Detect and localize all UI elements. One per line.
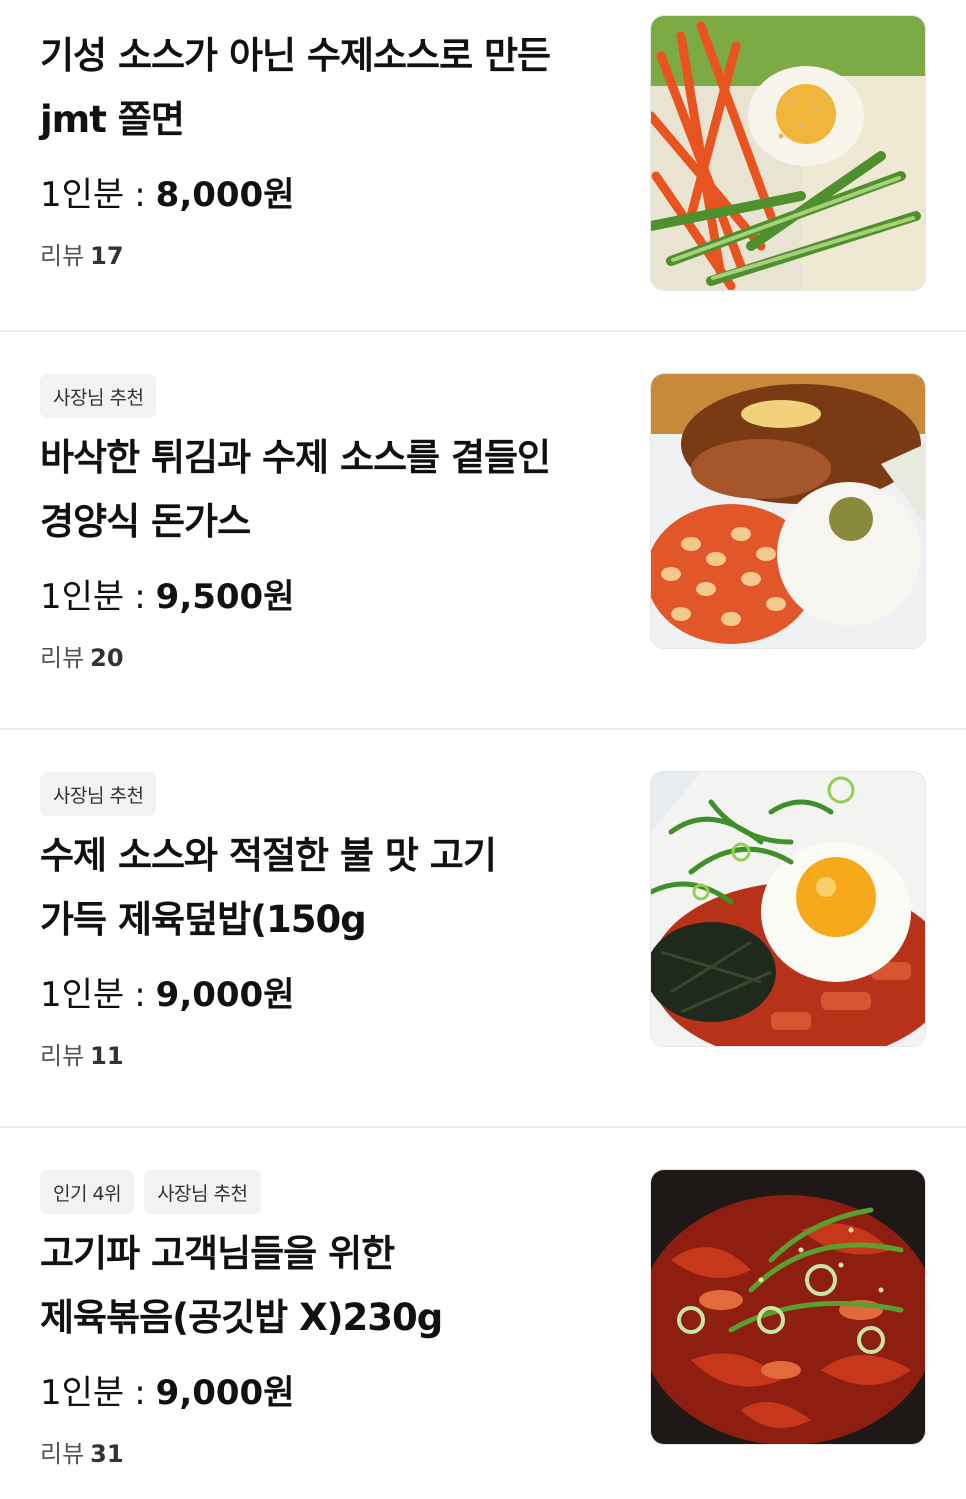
price-separator: : bbox=[134, 577, 146, 617]
review-count: 11 bbox=[90, 1042, 124, 1070]
review-row: 리뷰 17 bbox=[40, 236, 620, 271]
title-line-1: 기성 소스가 아닌 수제소스로 만든 bbox=[40, 34, 551, 77]
serving-label: 1인분 bbox=[40, 975, 125, 1015]
review-count: 20 bbox=[90, 644, 124, 672]
jeyuk-rice-bowl-photo bbox=[651, 772, 925, 1046]
jeyuk-rice-bowl-photo-thumbnail[interactable] bbox=[650, 771, 926, 1047]
price-separator: : bbox=[134, 175, 146, 215]
menu-item-title: 바삭한 튀김과 수제 소스를 곁들인 경양식 돈가스 bbox=[40, 426, 620, 554]
title-line-2: 제육볶음(공깃밥 X)230g bbox=[40, 1296, 443, 1339]
title-line-2: jmt 쫄면 bbox=[40, 98, 185, 141]
price-separator: : bbox=[134, 1373, 146, 1413]
price-row: 1인분:8,000원 bbox=[40, 172, 620, 218]
review-label: 리뷰 bbox=[40, 242, 85, 270]
review-label: 리뷰 bbox=[40, 1440, 85, 1468]
menu-item-title: 고기파 고객님들을 위한 제육볶음(공깃밥 X)230g bbox=[40, 1222, 620, 1350]
owner-recommend-badge: 사장님 추천 bbox=[40, 772, 157, 816]
price-value: 9,500원 bbox=[155, 577, 295, 617]
price-row: 1인분:9,000원 bbox=[40, 972, 620, 1018]
badge-group: 사장님 추천 bbox=[40, 374, 620, 418]
review-count: 17 bbox=[90, 242, 124, 270]
serving-label: 1인분 bbox=[40, 577, 125, 617]
menu-item-info: 사장님 추천 바삭한 튀김과 수제 소스를 곁들인 경양식 돈가스 1인분:9,… bbox=[40, 374, 620, 673]
menu-list: 기성 소스가 아닌 수제소스로 만든 jmt 쫄면 1인분:8,000원 리뷰 1… bbox=[0, 0, 966, 1499]
donkatsu-photo-thumbnail[interactable] bbox=[650, 373, 926, 649]
menu-item-info: 기성 소스가 아닌 수제소스로 만든 jmt 쫄면 1인분:8,000원 리뷰 1… bbox=[40, 24, 620, 271]
menu-item-jjolmyeon[interactable]: 기성 소스가 아닌 수제소스로 만든 jmt 쫄면 1인분:8,000원 리뷰 1… bbox=[0, 0, 966, 330]
jeyuk-bokkeum-photo-thumbnail[interactable] bbox=[650, 1169, 926, 1445]
menu-item-info: 인기 4위 사장님 추천 고기파 고객님들을 위한 제육볶음(공깃밥 X)230… bbox=[40, 1170, 620, 1469]
jjolmyeon-photo bbox=[651, 16, 925, 290]
review-count: 31 bbox=[90, 1440, 124, 1468]
price-value: 8,000원 bbox=[155, 175, 295, 215]
jjolmyeon-photo-thumbnail[interactable] bbox=[650, 15, 926, 291]
price-value: 9,000원 bbox=[155, 1373, 295, 1413]
title-line-1: 바삭한 튀김과 수제 소스를 곁들인 bbox=[40, 436, 551, 479]
owner-recommend-badge: 사장님 추천 bbox=[40, 374, 157, 418]
menu-item-title: 수제 소스와 적절한 불 맛 고기 가득 제육덮밥(150g bbox=[40, 824, 620, 952]
menu-item-donkatsu[interactable]: 사장님 추천 바삭한 튀김과 수제 소스를 곁들인 경양식 돈가스 1인분:9,… bbox=[0, 332, 966, 728]
title-line-2: 경양식 돈가스 bbox=[40, 500, 251, 543]
menu-item-info: 사장님 추천 수제 소스와 적절한 불 맛 고기 가득 제육덮밥(150g 1인… bbox=[40, 772, 620, 1071]
serving-label: 1인분 bbox=[40, 175, 125, 215]
jeyuk-bokkeum-photo bbox=[651, 1170, 925, 1444]
price-value: 9,000원 bbox=[155, 975, 295, 1015]
review-row: 리뷰 31 bbox=[40, 1434, 620, 1469]
title-line-1: 수제 소스와 적절한 불 맛 고기 bbox=[40, 834, 497, 877]
review-label: 리뷰 bbox=[40, 644, 85, 672]
review-label: 리뷰 bbox=[40, 1042, 85, 1070]
owner-recommend-badge: 사장님 추천 bbox=[144, 1170, 261, 1214]
badge-group: 사장님 추천 bbox=[40, 772, 620, 816]
title-line-1: 고기파 고객님들을 위한 bbox=[40, 1232, 395, 1275]
price-separator: : bbox=[134, 975, 146, 1015]
review-row: 리뷰 20 bbox=[40, 638, 620, 673]
donkatsu-photo bbox=[651, 374, 925, 648]
price-row: 1인분:9,500원 bbox=[40, 574, 620, 620]
popular-rank-badge: 인기 4위 bbox=[40, 1170, 135, 1214]
menu-item-jeyuk-bokkeum[interactable]: 인기 4위 사장님 추천 고기파 고객님들을 위한 제육볶음(공깃밥 X)230… bbox=[0, 1128, 966, 1499]
badge-group: 인기 4위 사장님 추천 bbox=[40, 1170, 620, 1214]
menu-item-title: 기성 소스가 아닌 수제소스로 만든 jmt 쫄면 bbox=[40, 24, 620, 152]
menu-item-jeyuk-rice-bowl[interactable]: 사장님 추천 수제 소스와 적절한 불 맛 고기 가득 제육덮밥(150g 1인… bbox=[0, 730, 966, 1126]
serving-label: 1인분 bbox=[40, 1373, 125, 1413]
price-row: 1인분:9,000원 bbox=[40, 1370, 620, 1416]
title-line-2: 가득 제육덮밥(150g bbox=[40, 898, 367, 941]
review-row: 리뷰 11 bbox=[40, 1036, 620, 1071]
